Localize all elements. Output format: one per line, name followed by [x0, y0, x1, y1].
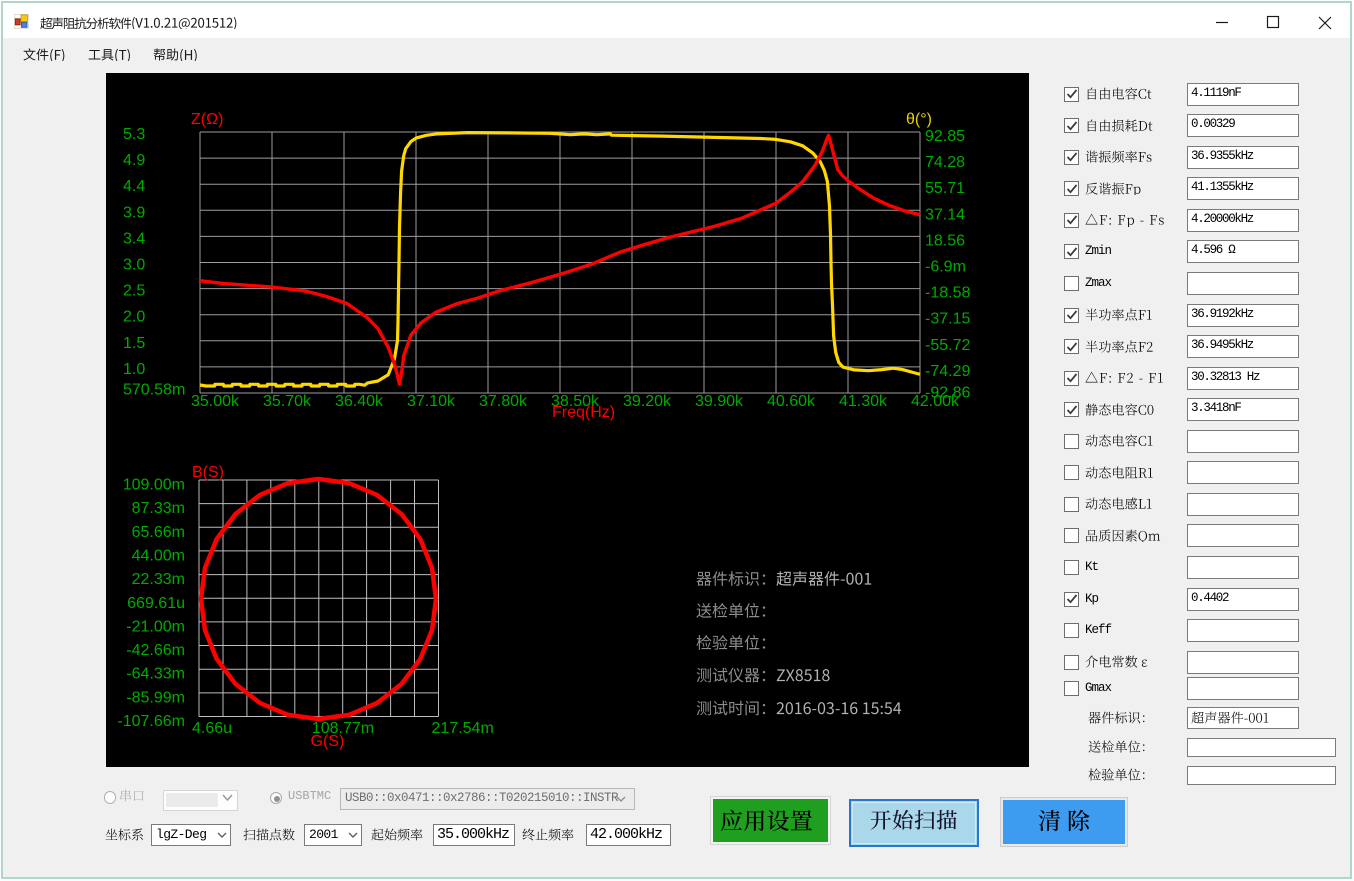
- svg-text:-6.9m: -6.9m: [925, 259, 966, 276]
- svg-text:Freq(Hz): Freq(Hz): [552, 404, 615, 421]
- svg-text:40.60k: 40.60k: [767, 393, 816, 410]
- svg-text:87.33m: 87.33m: [132, 500, 185, 517]
- svg-text:669.61u: 669.61u: [127, 595, 185, 612]
- svg-text:-85.99m: -85.99m: [126, 689, 185, 706]
- svg-text:-55.72: -55.72: [925, 337, 970, 354]
- svg-text:92.85: 92.85: [925, 128, 965, 145]
- svg-text:B(S): B(S): [192, 464, 224, 481]
- svg-text:18.56: 18.56: [925, 232, 965, 249]
- svg-text:1.5: 1.5: [123, 335, 145, 352]
- svg-text:θ(°): θ(°): [906, 111, 932, 128]
- svg-text:4.4: 4.4: [123, 178, 145, 195]
- svg-text:36.40k: 36.40k: [335, 393, 384, 410]
- svg-text:5.3: 5.3: [123, 126, 145, 143]
- svg-text:-74.29: -74.29: [925, 363, 970, 380]
- svg-text:2.5: 2.5: [123, 283, 145, 300]
- svg-text:39.90k: 39.90k: [695, 393, 744, 410]
- svg-text:109.00m: 109.00m: [123, 477, 185, 494]
- svg-text:74.28: 74.28: [925, 154, 965, 171]
- svg-text:39.20k: 39.20k: [623, 393, 672, 410]
- svg-text:4.66u: 4.66u: [192, 720, 232, 737]
- svg-text:65.66m: 65.66m: [132, 524, 185, 541]
- svg-text:-21.00m: -21.00m: [126, 618, 185, 635]
- svg-text:3.4: 3.4: [123, 230, 145, 247]
- svg-text:217.54m: 217.54m: [432, 720, 494, 737]
- svg-text:55.71: 55.71: [925, 180, 965, 197]
- svg-text:41.30k: 41.30k: [839, 393, 888, 410]
- svg-text:-18.58: -18.58: [925, 285, 970, 302]
- svg-text:42.00k: 42.00k: [911, 393, 960, 410]
- svg-text:-42.66m: -42.66m: [126, 642, 185, 659]
- svg-text:37.10k: 37.10k: [407, 393, 456, 410]
- svg-text:4.9: 4.9: [123, 152, 145, 169]
- svg-text:570.58m: 570.58m: [123, 382, 185, 399]
- svg-text:1.0: 1.0: [123, 361, 145, 378]
- svg-text:G(S): G(S): [311, 733, 345, 750]
- svg-text:3.0: 3.0: [123, 257, 145, 274]
- svg-text:-37.15: -37.15: [925, 311, 970, 328]
- svg-text:22.33m: 22.33m: [132, 571, 185, 588]
- svg-text:35.00k: 35.00k: [191, 393, 240, 410]
- svg-text:35.70k: 35.70k: [263, 393, 312, 410]
- svg-text:44.00m: 44.00m: [132, 547, 185, 564]
- svg-text:Z(Ω): Z(Ω): [191, 111, 223, 128]
- svg-text:3.9: 3.9: [123, 204, 145, 221]
- svg-text:-64.33m: -64.33m: [126, 666, 185, 683]
- svg-text:37.80k: 37.80k: [479, 393, 528, 410]
- svg-text:2.0: 2.0: [123, 309, 145, 326]
- svg-text:37.14: 37.14: [925, 206, 965, 223]
- svg-text:-107.66m: -107.66m: [117, 713, 185, 730]
